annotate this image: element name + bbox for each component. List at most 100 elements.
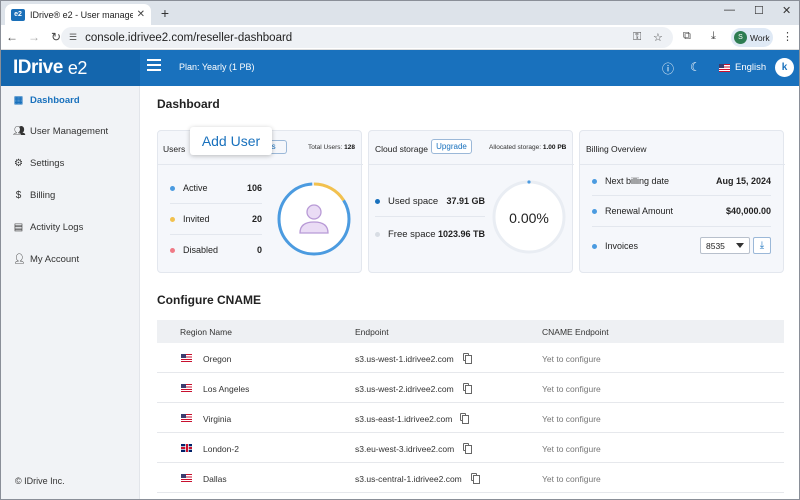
copyright: © IDrive Inc. <box>15 476 65 486</box>
disabled-users-row: Disabled <box>170 245 218 255</box>
table-row: Dallas s3.us-central-1.idrivee2.com Yet … <box>157 463 784 493</box>
used-dot-icon <box>375 199 380 204</box>
sidebar-item-my-account[interactable]: 👤︎ My Account <box>13 254 79 265</box>
app-header: IDrive e2 Plan: Yearly (1 PB) ⓘ ☾ Englis… <box>1 50 799 86</box>
active-count: 106 <box>246 183 262 193</box>
upgrade-button[interactable]: Upgrade <box>431 139 472 154</box>
table-row: Virginia s3.us-east-1.idrivee2.com Yet t… <box>157 403 784 433</box>
column-header-region: Region Name <box>180 327 232 337</box>
document-icon: ▤ <box>13 222 24 233</box>
us-flag-icon <box>181 414 192 422</box>
add-user-button[interactable]: Add User <box>190 127 272 155</box>
endpoint-value: s3.us-west-1.idrivee2.com <box>355 354 454 364</box>
copy-icon[interactable] <box>463 353 472 364</box>
key-icon[interactable]: ⚿ <box>633 31 641 44</box>
url-text: console.idrivee2.com/reseller-dashboard <box>85 31 293 44</box>
disabled-count: 0 <box>256 245 262 255</box>
endpoint-value: s3.us-west-2.idrivee2.com <box>355 384 454 394</box>
invoices-dot-icon <box>592 243 597 249</box>
page-title: Dashboard <box>157 97 220 111</box>
renewal-row: Renewal Amount <box>592 206 673 216</box>
back-button[interactable]: ← <box>1 30 23 44</box>
copy-icon[interactable] <box>463 383 472 394</box>
allocated-storage: Allocated storage: 1.00 PB <box>489 144 567 151</box>
endpoint-value: s3.us-east-1.idrivee2.com <box>355 414 453 424</box>
sidebar-item-label: Billing <box>30 190 56 201</box>
users-donut-chart <box>277 182 351 256</box>
site-info-icon[interactable]: ☰ <box>69 32 77 43</box>
total-users: Total Users: 128 <box>308 144 355 151</box>
uk-flag-icon <box>181 444 192 452</box>
cname-table: Region Name Endpoint CNAME Endpoint Oreg… <box>157 320 784 493</box>
menu-kebab-icon[interactable]: ⋮ <box>782 30 793 43</box>
maximize-button[interactable]: ☐ <box>754 4 764 17</box>
logo-text: IDrive <box>13 57 63 78</box>
main-content: Dashboard Users rs Total Users: 128 Acti… <box>140 86 799 499</box>
cname-status: Yet to configure <box>542 474 601 484</box>
download-icon[interactable]: ⤓ <box>711 30 716 43</box>
plan-label: Plan: Yearly (1 PB) <box>179 62 255 72</box>
next-billing-row: Next billing date <box>592 176 669 186</box>
used-space-value: 37.91 GB <box>446 196 485 206</box>
column-header-endpoint: Endpoint <box>355 327 389 337</box>
endpoint-value: s3.us-central-1.idrivee2.com <box>355 474 462 484</box>
download-invoice-button[interactable]: ⤓ <box>753 237 771 254</box>
idrive-logo[interactable]: IDrive e2 <box>1 50 140 86</box>
us-flag-icon <box>181 474 192 482</box>
used-label: Used space <box>388 196 439 207</box>
us-flag-icon <box>181 354 192 362</box>
invoice-select[interactable]: 8535 <box>700 237 750 254</box>
invited-users-row: Invited <box>170 214 210 224</box>
table-row: Los Angeles s3.us-west-2.idrivee2.com Ye… <box>157 373 784 403</box>
browser-window: e2 IDrive® e2 - User management ✕ + — ☐ … <box>0 0 800 500</box>
bookmark-star-icon[interactable]: ☆ <box>653 31 663 44</box>
invoices-label: Invoices <box>605 241 639 251</box>
cname-status: Yet to configure <box>542 354 601 364</box>
profile-chip[interactable]: S Work <box>731 28 773 47</box>
next-billing-date: Aug 15, 2024 <box>715 176 771 186</box>
dollar-icon: $ <box>15 190 22 201</box>
sidebar-item-label: Settings <box>30 158 65 169</box>
users-icon: 👥︎ <box>13 126 26 137</box>
disabled-label: Disabled <box>183 245 219 255</box>
close-tab-icon[interactable]: ✕ <box>137 9 145 20</box>
cname-status: Yet to configure <box>542 384 601 394</box>
tab-title: IDrive® e2 - User management <box>30 9 133 20</box>
hamburger-menu-icon[interactable] <box>147 59 161 71</box>
used-space-row: Used space <box>375 196 438 207</box>
language-selector[interactable]: English <box>719 62 766 73</box>
extensions-icon[interactable]: ⧉ <box>683 30 691 43</box>
new-tab-button[interactable]: + <box>157 5 173 21</box>
sidebar-item-user-management[interactable]: 👥︎ User Management <box>13 126 108 137</box>
us-flag-icon <box>719 63 730 72</box>
sidebar-item-billing[interactable]: $ Billing <box>13 190 56 201</box>
browser-tab[interactable]: e2 IDrive® e2 - User management ✕ <box>5 4 151 25</box>
dark-mode-moon-icon[interactable]: ☾ <box>690 60 701 74</box>
active-label: Active <box>183 183 208 193</box>
cname-status: Yet to configure <box>542 444 601 454</box>
url-field[interactable]: ☰ console.idrivee2.com/reseller-dashboar… <box>61 27 673 48</box>
sidebar-item-settings[interactable]: ⚙ Settings <box>13 158 64 169</box>
sidebar: ▦ Dashboard 👥︎ User Management ⚙ Setting… <box>1 86 140 499</box>
favicon-icon: e2 <box>11 8 25 21</box>
profile-label: Work <box>750 32 770 43</box>
user-avatar[interactable]: k <box>775 58 794 77</box>
copy-icon[interactable] <box>460 413 469 424</box>
address-bar: ← → ↻ ☰ console.idrivee2.com/reseller-da… <box>1 25 799 50</box>
copy-icon[interactable] <box>463 443 472 454</box>
disabled-dot-icon <box>170 247 175 253</box>
help-icon[interactable]: ⓘ <box>662 60 674 77</box>
close-window-button[interactable]: ✕ <box>782 4 791 17</box>
forward-button[interactable]: → <box>23 30 45 44</box>
region-name: London-2 <box>203 444 239 454</box>
storage-percent: 0.00% <box>509 210 549 226</box>
sidebar-item-dashboard[interactable]: ▦ Dashboard <box>13 95 80 106</box>
minimize-button[interactable]: — <box>724 4 735 16</box>
sidebar-item-activity-logs[interactable]: ▤ Activity Logs <box>13 222 84 233</box>
region-name: Dallas <box>203 474 227 484</box>
sidebar-item-label: User Management <box>30 126 109 137</box>
renewal-label: Renewal Amount <box>605 206 674 216</box>
invited-dot-icon <box>170 216 175 222</box>
copy-icon[interactable] <box>471 473 480 484</box>
dashboard-icon: ▦ <box>13 95 24 106</box>
